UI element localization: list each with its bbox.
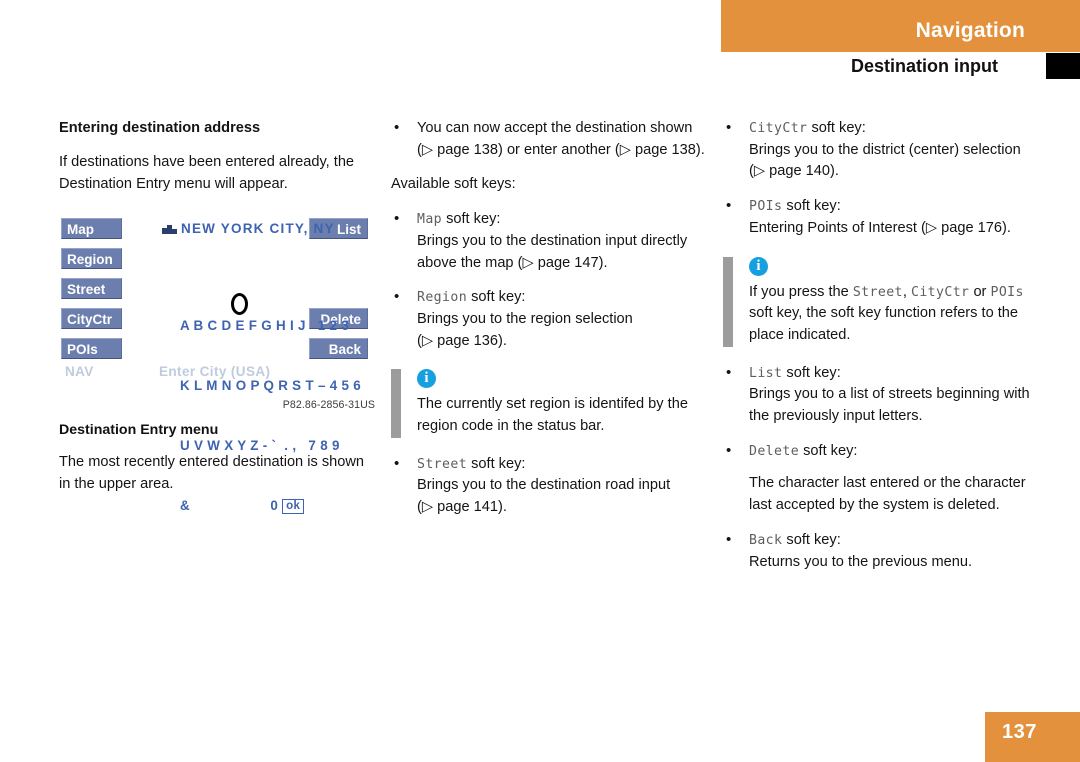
callout-text-1: If you press the [749,283,853,300]
page-ref-138-b[interactable]: ▷ page 138 [620,142,696,158]
middle-column: You can now accept the destination shown… [391,117,709,519]
softkey-list-middle-2: Street soft key: Brings you to the desti… [391,453,709,519]
softkey-body-map-2: ). [598,254,608,271]
softkey-suffix-back: soft key: [782,531,841,548]
info-icon: i [417,369,436,389]
keyboard-cursor-ring [231,293,248,315]
softkey-suffix-cityctr: soft key: [807,120,866,136]
softkey-entry-region: Region soft key: Brings you to the regio… [391,286,709,352]
step-list: You can now accept the destination shown… [391,117,709,161]
step-item-accept-destination: You can now accept the destination shown… [391,117,709,161]
softkey-map[interactable]: Map [61,218,122,239]
page-ref-141[interactable]: ▷ page 141 [422,499,498,515]
softkey-name-back: Back [749,532,783,548]
callout-key-street: Street [852,284,903,300]
callout-text-region: The currently set region is identifed by… [417,396,688,435]
softkey-body-pois-1: Entering Points of Interest ( [749,219,926,236]
callout-text-2: , [902,283,911,300]
step-text-3: ). [695,141,705,158]
keyboard-ok-key[interactable]: ok [282,499,305,514]
softkey-body-street-2: ). [498,499,507,516]
softkey-suffix-map: soft key: [442,211,501,228]
softkey-body-region-2: ). [498,332,507,349]
city-skyline-icon [162,224,177,234]
softkey-entry-pois: POIs soft key: Entering Points of Intere… [723,195,1043,239]
screen-status-mode: Enter City (USA) [159,364,271,379]
softkey-name-cityctr: CityCtr [749,121,808,136]
softkey-name-region: Region [417,290,468,306]
softkey-body-delete: The character last entered or the charac… [749,475,1026,514]
softkey-entry-street: Street soft key: Brings you to the desti… [391,453,709,519]
softkey-entry-back: Back soft key: Returns you to the previo… [723,529,1043,573]
softkey-body-list: Brings you to a list of streets beginnin… [749,386,1030,425]
keyboard-row-1[interactable]: A B C D E F G H I J 1 2 3 [180,316,361,336]
intro-paragraph: If destinations have been entered alread… [59,154,355,192]
softkey-entry-map: Map soft key: Brings you to the destinat… [391,208,709,274]
header-chapter-title: Navigation [915,19,1025,42]
softkey-entry-list: List soft key: Brings you to a list of s… [723,362,1043,428]
keyboard-row-4[interactable]: & 0 ok [180,496,361,516]
page-title: Entering destination address [59,120,261,136]
page-ref-136[interactable]: ▷ page 136 [422,333,498,349]
softkey-body-pois-2: ). [1002,219,1011,236]
softkey-list-right-bottom: List soft key: Brings you to a list of s… [723,362,1043,574]
softkey-list-middle: Map soft key: Brings you to the destinat… [391,208,709,352]
softkey-suffix-region: soft key: [467,289,526,306]
right-column: CityCtr soft key: Brings you to the dist… [723,117,1043,574]
figure-label: Destination Entry menu [59,422,219,438]
softkey-name-pois: POIs [749,199,783,215]
softkey-body-cityctr-2: ). [830,163,839,180]
softkey-suffix-list: soft key: [782,364,841,381]
info-callout-softkeys: i If you press the Street, CityCtr or PO… [723,256,1043,347]
available-softkeys-heading: Available soft keys: [391,176,516,193]
info-callout-region: i The currently set region is identifed … [391,369,709,438]
page-number: 137 [1002,721,1037,743]
softkey-entry-cityctr: CityCtr soft key: Brings you to the dist… [723,117,1043,183]
softkey-street[interactable]: Street [61,278,122,299]
softkey-region[interactable]: Region [61,248,122,269]
page-ref-140[interactable]: ▷ page 140 [754,163,830,179]
softkey-suffix-street: soft key: [467,455,526,472]
softkey-list-right-top: CityCtr soft key: Brings you to the dist… [723,117,1043,240]
softkey-suffix-pois: soft key: [782,198,841,215]
header-black-marker [1046,53,1080,79]
figure-caption-code: P82.86-2856-31US [282,399,375,411]
page-ref-138-a[interactable]: ▷ page 138 [422,142,498,158]
callout-gray-bar [723,256,733,347]
softkey-pois[interactable]: POIs [61,338,122,359]
screen-destination-text: NEW YORK CITY, NY [181,221,335,236]
callout-key-cityctr: CityCtr [911,284,970,300]
callout-text-4: soft key, the soft key function refers t… [749,305,1019,343]
keyboard-row-4-chars: & 0 [180,498,283,513]
figure-description: The most recently entered destination is… [59,454,365,492]
header-orange-banner [721,0,1080,52]
page-ref-176[interactable]: ▷ page 176 [926,220,1002,236]
callout-gray-bar [391,369,401,438]
softkey-cityctr[interactable]: CityCtr [61,308,122,329]
screen-status-nav: NAV [65,364,94,379]
left-column: Entering destination address If destinat… [59,118,375,514]
step-text-2: ) or enter another ( [498,141,620,158]
softkey-name-delete: Delete [749,443,800,459]
softkey-body-back: Returns you to the previous menu. [749,553,973,570]
callout-key-pois: POIs [990,284,1024,300]
callout-text-3: or [969,283,991,300]
softkey-entry-delete: Delete soft key: The character last ente… [723,440,1043,517]
info-icon: i [749,256,768,276]
destination-entry-screen-figure: Map Region Street CityCtr POIs List Dele… [59,218,375,514]
softkey-suffix-delete: soft key: [799,442,858,459]
softkey-name-street: Street [417,456,468,472]
screen-destination-title: NEW YORK CITY, NY [162,219,335,238]
page-ref-147[interactable]: ▷ page 147 [522,255,598,271]
softkey-name-list: List [749,365,783,381]
header-section-title: Destination input [851,56,998,76]
softkey-name-map: Map [417,212,443,228]
